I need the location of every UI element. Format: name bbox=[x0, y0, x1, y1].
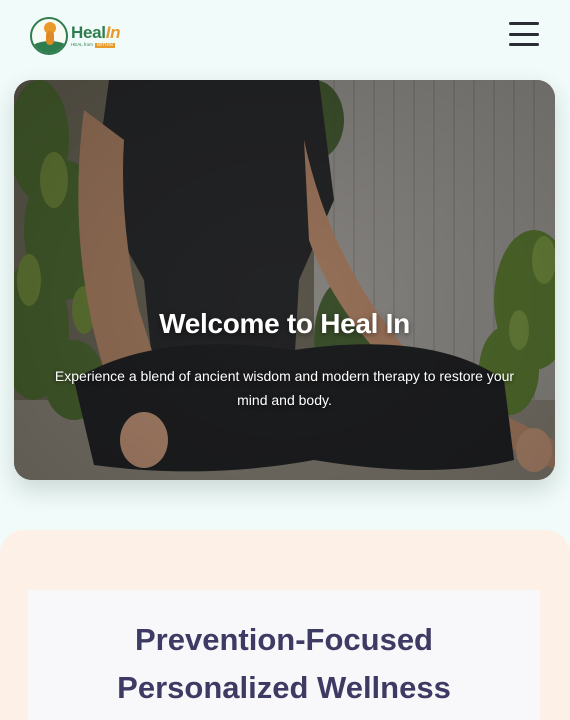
hero-banner: Welcome to Heal In Experience a blend of… bbox=[14, 80, 555, 480]
site-header: HealIn HEAL from WITHIN bbox=[0, 0, 570, 75]
wellness-card: Prevention-Focused Personalized Wellness bbox=[28, 590, 540, 720]
hero-title: Welcome to Heal In bbox=[159, 308, 410, 339]
wellness-heading-line2: Personalized Wellness bbox=[117, 670, 451, 705]
logo-tagline-highlight: WITHIN bbox=[94, 42, 115, 48]
hero-overlay bbox=[14, 80, 555, 480]
hero-subtitle: Experience a blend of ancient wisdom and… bbox=[54, 368, 515, 408]
wellness-heading-line1: Prevention-Focused bbox=[135, 622, 433, 657]
logo-tagline-text: HEAL from bbox=[71, 42, 93, 48]
wellness-heading: Prevention-Focused Personalized Wellness bbox=[28, 616, 540, 712]
wellness-section: Prevention-Focused Personalized Wellness bbox=[0, 530, 570, 720]
logo-text: HealIn HEAL from WITHIN bbox=[71, 23, 121, 48]
page: HealIn HEAL from WITHIN Welcome to Heal … bbox=[0, 0, 570, 720]
logo-tagline: HEAL from WITHIN bbox=[71, 43, 120, 48]
logo-name: HealIn bbox=[71, 23, 121, 43]
logo-name-heal: Heal bbox=[71, 23, 106, 43]
hamburger-menu-icon[interactable] bbox=[506, 18, 542, 50]
logo-name-in: In bbox=[105, 23, 121, 43]
meditation-logo-icon bbox=[30, 17, 68, 55]
brand-logo[interactable]: HealIn HEAL from WITHIN bbox=[30, 16, 126, 56]
